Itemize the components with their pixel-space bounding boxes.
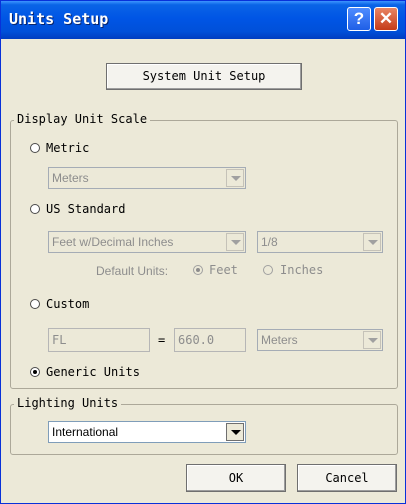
chevron-down-icon[interactable] xyxy=(226,423,244,441)
generic-units-radio[interactable] xyxy=(30,367,40,377)
chevron-down-icon[interactable] xyxy=(363,331,381,349)
cancel-label: Cancel xyxy=(325,471,369,485)
custom-label: Custom xyxy=(46,297,90,311)
lighting-units-value: International xyxy=(52,425,119,439)
metric-unit-value: Meters xyxy=(52,171,89,185)
custom-name-value: FL xyxy=(52,333,67,347)
generic-units-label: Generic Units xyxy=(46,365,140,379)
custom-amount-field[interactable]: 660.0 xyxy=(174,328,246,352)
inches-radio[interactable] xyxy=(263,265,273,275)
metric-unit-combo[interactable]: Meters xyxy=(48,167,246,189)
lighting-units-label: Lighting Units xyxy=(14,396,122,410)
fraction-value: 1/8 xyxy=(261,235,278,249)
close-icon[interactable]: ✕ xyxy=(374,7,398,31)
custom-unit-combo[interactable]: Meters xyxy=(257,329,383,351)
us-standard-radio[interactable] xyxy=(30,204,40,214)
ok-label: OK xyxy=(228,471,244,485)
custom-amount-value: 660.0 xyxy=(178,333,215,347)
cancel-button[interactable]: Cancel xyxy=(297,464,397,492)
equals-sign: = xyxy=(158,333,166,347)
help-icon[interactable]: ? xyxy=(347,7,371,31)
custom-radio[interactable] xyxy=(30,299,40,309)
us-standard-label: US Standard xyxy=(46,202,126,216)
inches-label: Inches xyxy=(280,263,324,277)
chevron-down-icon[interactable] xyxy=(363,233,381,251)
window-title: Units Setup xyxy=(9,10,109,28)
feet-label: Feet xyxy=(209,263,238,277)
metric-radio[interactable] xyxy=(30,143,40,153)
system-unit-setup-button[interactable]: System Unit Setup xyxy=(106,63,302,90)
default-units-label: Default Units: xyxy=(96,264,169,278)
custom-name-field[interactable]: FL xyxy=(48,328,150,352)
display-unit-scale-label: Display Unit Scale xyxy=(14,112,151,126)
chevron-down-icon[interactable] xyxy=(226,233,244,251)
fraction-combo[interactable]: 1/8 xyxy=(257,231,383,253)
us-standard-unit-value: Feet w/Decimal Inches xyxy=(52,235,174,249)
feet-radio[interactable] xyxy=(193,265,203,275)
title-bar[interactable]: Units Setup ? ✕ xyxy=(1,1,405,39)
us-standard-unit-combo[interactable]: Feet w/Decimal Inches xyxy=(48,231,246,253)
custom-unit-value: Meters xyxy=(261,333,298,347)
ok-button[interactable]: OK xyxy=(186,464,286,492)
units-setup-dialog: Units Setup ? ✕ System Unit Setup Displa… xyxy=(0,0,406,504)
metric-label: Metric xyxy=(46,141,90,155)
lighting-units-combo[interactable]: International xyxy=(48,421,246,443)
chevron-down-icon[interactable] xyxy=(226,169,244,187)
system-unit-setup-label: System Unit Setup xyxy=(142,69,266,83)
